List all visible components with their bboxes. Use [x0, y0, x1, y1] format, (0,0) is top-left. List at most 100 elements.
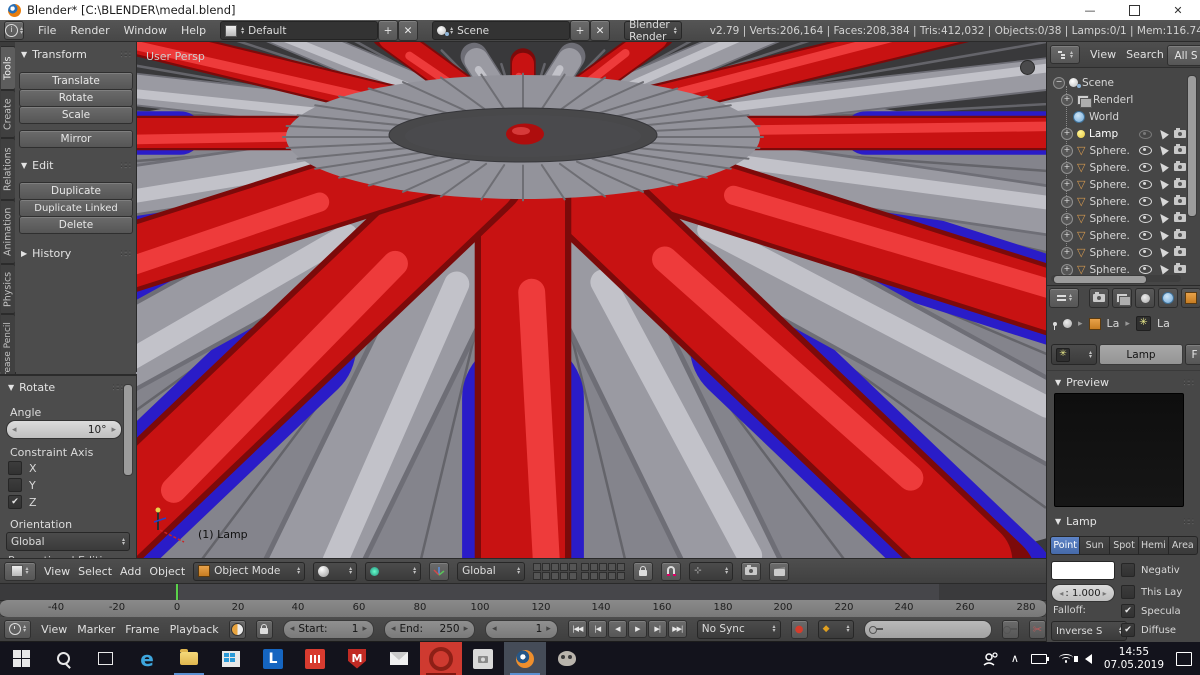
play-reverse-button[interactable]: ◀ [607, 620, 627, 638]
hide-icon[interactable] [1139, 265, 1152, 274]
diffuse-checkbox[interactable]: ✔ [1121, 623, 1135, 637]
selectable-icon[interactable] [1157, 127, 1169, 140]
rotate-button[interactable]: Rotate [19, 89, 133, 107]
operator-scrollbar[interactable] [123, 384, 133, 476]
tab-render[interactable] [1089, 288, 1109, 308]
outliner-label[interactable]: World [1089, 111, 1119, 123]
expand-icon[interactable]: + [1061, 195, 1073, 208]
tab-create[interactable]: Create [1, 90, 16, 138]
restrict-columns[interactable] [1139, 163, 1152, 172]
hide-icon[interactable] [1139, 180, 1152, 189]
restrict-columns[interactable] [1139, 197, 1152, 206]
selectable-icon[interactable] [1157, 177, 1169, 190]
datablock-name-field[interactable]: Lamp [1099, 344, 1183, 365]
tray-chevron-icon[interactable]: ∧ [1011, 652, 1019, 665]
outliner-label[interactable]: Sphere. [1089, 230, 1129, 242]
menu-view[interactable]: View [41, 623, 67, 636]
scale-button[interactable]: Scale [19, 106, 133, 124]
taskbar-mcafee[interactable]: M [336, 642, 378, 675]
outliner-row-sphere[interactable]: + ▽ Sphere. [1061, 210, 1130, 227]
renderable-icon[interactable] [1174, 194, 1186, 205]
expand-icon[interactable]: + [1061, 127, 1073, 140]
stepper-left-icon[interactable]: ◂ [290, 624, 295, 634]
lamp-type-point[interactable]: Point [1050, 536, 1081, 555]
diffuse-row[interactable]: ✔ Diffuse [1121, 623, 1176, 637]
current-frame-field[interactable]: ◂ 1 ▸ [485, 619, 558, 639]
slider-right-arrow-icon[interactable]: ▸ [106, 425, 121, 435]
render-opengl-anim-button[interactable] [769, 561, 790, 581]
specular-checkbox[interactable]: ✔ [1121, 604, 1135, 618]
outliner-label[interactable]: Renderl [1093, 94, 1133, 106]
renderable-icon[interactable] [1174, 160, 1186, 171]
layer-grid-right[interactable] [581, 562, 626, 580]
fake-user-button[interactable]: F [1185, 344, 1200, 365]
stepper-right-icon[interactable]: ▸ [362, 624, 367, 634]
object-crumb-icon[interactable] [1088, 317, 1101, 330]
lamp-color-swatch[interactable] [1051, 561, 1115, 580]
lock-time-button[interactable] [255, 619, 273, 639]
outliner-label[interactable]: Sphere. [1089, 196, 1129, 208]
duplicate-button[interactable]: Duplicate [19, 182, 133, 200]
selectable-icon[interactable] [1157, 211, 1169, 224]
next-keyframe-button[interactable]: ▶| [647, 620, 667, 638]
data-crumb-label[interactable]: La [1157, 317, 1170, 330]
restrict-columns[interactable] [1157, 245, 1186, 258]
selectable-icon[interactable] [1157, 228, 1169, 241]
outliner-hscrollbar[interactable] [1053, 275, 1147, 284]
layer-buttons[interactable] [533, 562, 626, 580]
taskbar-app-l[interactable]: L [252, 642, 294, 675]
taskbar-app-red[interactable] [294, 642, 336, 675]
outliner-label[interactable]: Sphere. [1089, 213, 1129, 225]
outliner-row-scene[interactable]: − Scene [1053, 74, 1114, 91]
timeline-ruler[interactable]: -40 -20 0 20 40 60 80 100 120 140 160 18… [0, 600, 1046, 618]
lamp-restrict-columns[interactable] [1139, 130, 1152, 139]
stepper-right-icon[interactable]: ▸ [1103, 589, 1107, 598]
restrict-columns[interactable] [1157, 211, 1186, 224]
record-button[interactable]: ● [790, 619, 808, 639]
hide-icon[interactable] [1139, 214, 1152, 223]
restrict-columns[interactable] [1157, 160, 1186, 173]
timeline-track[interactable] [0, 584, 1046, 601]
renderable-icon[interactable] [1174, 262, 1186, 273]
expand-icon[interactable]: + [1061, 178, 1073, 191]
delete-scene-button[interactable]: ✕ [590, 20, 611, 41]
tab-animation[interactable]: Animation [1, 200, 16, 264]
this-layer-row[interactable]: This Lay [1121, 585, 1182, 599]
3d-viewport[interactable]: User Persp (1) Lamp [136, 42, 1046, 558]
this-layer-checkbox[interactable] [1121, 585, 1135, 599]
jump-to-start-button[interactable]: |◀◀ [567, 620, 587, 638]
outliner-hscroll-track[interactable] [1051, 275, 1181, 284]
outliner-label[interactable]: Sphere. [1089, 264, 1129, 276]
panel-header-edit[interactable]: ▼ Edit [21, 159, 53, 172]
menu-playback[interactable]: Playback [170, 623, 219, 636]
menu-search[interactable]: Search [1126, 48, 1164, 61]
screen-layout-selector[interactable]: ▴ ▾ Default [220, 21, 379, 40]
tab-scene[interactable] [1135, 288, 1155, 308]
translate-button[interactable]: Translate [19, 72, 133, 90]
display-filter-dropdown[interactable]: All S [1167, 45, 1200, 66]
sync-dropdown[interactable]: No Sync ▴ ▾ [696, 619, 781, 639]
renderable-icon[interactable] [1174, 127, 1186, 138]
menu-view[interactable]: View [1090, 48, 1116, 61]
selectable-icon[interactable] [1157, 160, 1169, 173]
negative-checkbox[interactable] [1121, 563, 1135, 577]
keying-set-dropdown[interactable]: ◆ ▴ ▾ [817, 619, 855, 639]
region-handle[interactable] [1020, 60, 1035, 75]
outliner-label[interactable]: Sphere. [1089, 247, 1129, 259]
energy-slider[interactable]: ◂ : 1.000 ▸ [1051, 584, 1115, 602]
hide-icon[interactable] [1139, 248, 1152, 257]
slider-left-arrow-icon[interactable]: ◂ [7, 425, 17, 435]
selectable-icon[interactable] [1157, 194, 1169, 207]
tab-physics[interactable]: Physics [1, 264, 16, 314]
wifi-icon[interactable] [1058, 653, 1073, 664]
outliner-label[interactable]: Sphere. [1089, 179, 1129, 191]
taskbar-gimp[interactable] [546, 642, 588, 675]
jump-to-end-button[interactable]: ▶▶| [667, 620, 687, 638]
selectable-icon[interactable] [1157, 143, 1169, 156]
taskbar-mail[interactable] [378, 642, 420, 675]
hide-icon[interactable] [1139, 231, 1152, 240]
lamp-type-area[interactable]: Area [1168, 536, 1199, 555]
people-icon[interactable] [983, 651, 999, 666]
taskbar-edge[interactable]: e [126, 642, 168, 675]
play-button[interactable]: ▶ [627, 620, 647, 638]
